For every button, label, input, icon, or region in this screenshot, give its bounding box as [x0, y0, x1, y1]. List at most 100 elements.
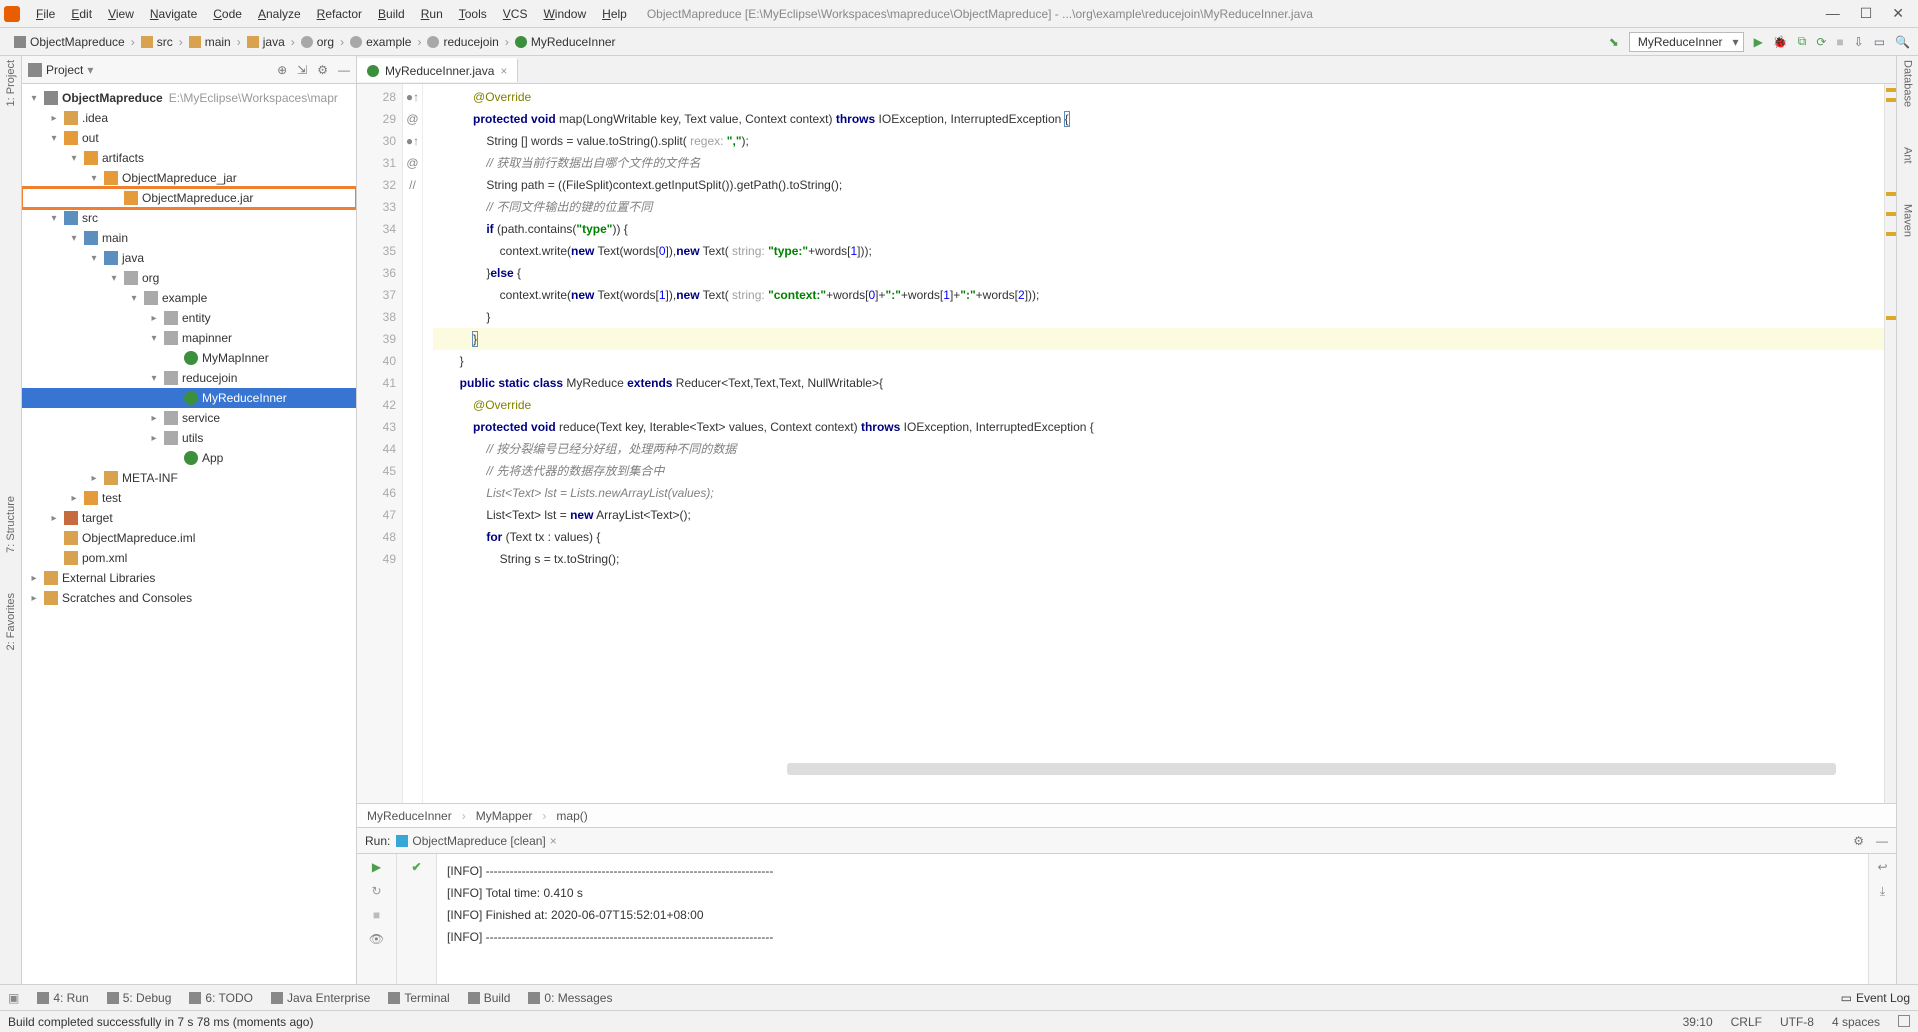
- tree-item[interactable]: ObjectMapreduce.jar: [22, 188, 356, 208]
- attach-icon[interactable]: 👁: [369, 932, 384, 946]
- menu-analyze[interactable]: Analyze: [250, 3, 309, 25]
- show-toolwindows-icon[interactable]: ▣: [8, 991, 19, 1005]
- breadcrumb-item[interactable]: java: [241, 33, 291, 51]
- tree-item[interactable]: ▾main: [22, 228, 356, 248]
- code-editor[interactable]: @Override protected void map(LongWritabl…: [423, 84, 1884, 803]
- breadcrumb-item[interactable]: example: [344, 33, 417, 51]
- tree-root[interactable]: ▾ObjectMapreduceE:\MyEclipse\Workspaces\…: [22, 88, 356, 108]
- tool-tab-database[interactable]: Database: [1902, 60, 1914, 107]
- tree-item[interactable]: ▾src: [22, 208, 356, 228]
- breadcrumb-item[interactable]: MyReduceInner: [509, 33, 622, 51]
- bottom-tool-build[interactable]: Build: [468, 991, 511, 1005]
- tree-item[interactable]: MyReduceInner: [22, 388, 356, 408]
- tool-tab-project[interactable]: 1: Project: [5, 60, 17, 106]
- tree-item[interactable]: ▾reducejoin: [22, 368, 356, 388]
- tree-item[interactable]: ▾artifacts: [22, 148, 356, 168]
- coverage-icon[interactable]: ⧉: [1798, 34, 1807, 49]
- tree-item[interactable]: ▸target: [22, 508, 356, 528]
- structure-button-icon[interactable]: ▭: [1874, 35, 1885, 49]
- menu-refactor[interactable]: Refactor: [309, 3, 370, 25]
- maximize-button[interactable]: ☐: [1860, 5, 1873, 22]
- expand-icon[interactable]: ⇲: [297, 63, 307, 77]
- tool-tab-maven[interactable]: Maven: [1902, 204, 1914, 237]
- hide-icon[interactable]: —: [338, 63, 350, 77]
- bottom-tool-6-todo[interactable]: 6: TODO: [189, 991, 253, 1005]
- tree-item[interactable]: ▾org: [22, 268, 356, 288]
- bottom-tool-5-debug[interactable]: 5: Debug: [107, 991, 172, 1005]
- menu-build[interactable]: Build: [370, 3, 413, 25]
- line-separator[interactable]: CRLF: [1731, 1015, 1762, 1029]
- build-icon[interactable]: ⬊: [1609, 35, 1619, 49]
- menu-file[interactable]: File: [28, 3, 63, 25]
- project-tree[interactable]: ▾ObjectMapreduceE:\MyEclipse\Workspaces\…: [22, 84, 356, 984]
- breadcrumb-item[interactable]: org: [295, 33, 340, 51]
- menu-tools[interactable]: Tools: [451, 3, 495, 25]
- settings-icon[interactable]: ⚙: [317, 63, 328, 77]
- tree-item[interactable]: MyMapInner: [22, 348, 356, 368]
- close-button[interactable]: ✕: [1892, 5, 1904, 22]
- close-run-tab-icon[interactable]: ×: [550, 834, 557, 848]
- menu-vcs[interactable]: VCS: [495, 3, 536, 25]
- rerun-icon[interactable]: ▶: [372, 860, 381, 874]
- event-log-button[interactable]: ▭ Event Log: [1841, 991, 1910, 1005]
- tree-item[interactable]: ▸test: [22, 488, 356, 508]
- menu-navigate[interactable]: Navigate: [142, 3, 205, 25]
- tool-tab-ant[interactable]: Ant: [1902, 147, 1914, 164]
- locate-icon[interactable]: ⊕: [277, 63, 287, 77]
- tree-item[interactable]: ▾example: [22, 288, 356, 308]
- bottom-tool-4-run[interactable]: 4: Run: [37, 991, 88, 1005]
- file-encoding[interactable]: UTF-8: [1780, 1015, 1814, 1029]
- horizontal-scrollbar[interactable]: [787, 763, 1836, 775]
- tree-item[interactable]: ▾mapinner: [22, 328, 356, 348]
- breadcrumb-item[interactable]: main: [183, 33, 237, 51]
- scroll-end-icon[interactable]: ⤓: [1880, 884, 1885, 899]
- rerun-failed-icon[interactable]: ↻: [371, 884, 381, 898]
- menu-help[interactable]: Help: [594, 3, 635, 25]
- run-config-dropdown[interactable]: MyReduceInner: [1629, 32, 1744, 52]
- run-button-icon[interactable]: ▶: [1754, 35, 1763, 49]
- run-config-label[interactable]: ObjectMapreduce [clean]: [396, 834, 545, 848]
- tree-item[interactable]: ▸META-INF: [22, 468, 356, 488]
- tree-item[interactable]: ObjectMapreduce.iml: [22, 528, 356, 548]
- bottom-tool-terminal[interactable]: Terminal: [388, 991, 449, 1005]
- profile-icon[interactable]: ⟳: [1816, 35, 1826, 49]
- stop-icon[interactable]: ■: [1836, 35, 1843, 49]
- debug-button-icon[interactable]: 🐞: [1773, 35, 1788, 49]
- breadcrumb-item[interactable]: reducejoin: [421, 33, 504, 51]
- tree-item[interactable]: ▾out: [22, 128, 356, 148]
- soft-wrap-icon[interactable]: ↩: [1877, 860, 1887, 874]
- tree-item[interactable]: ▸.idea: [22, 108, 356, 128]
- error-stripe[interactable]: [1884, 84, 1896, 803]
- stop-run-icon[interactable]: ■: [373, 908, 380, 922]
- project-panel-title[interactable]: Project ▾: [28, 63, 93, 77]
- tree-item[interactable]: ▸Scratches and Consoles: [22, 588, 356, 608]
- gutter-icons[interactable]: ●↑ @●↑ @//: [403, 84, 423, 803]
- readonly-lock-icon[interactable]: [1898, 1015, 1910, 1027]
- breadcrumb-item[interactable]: src: [135, 33, 179, 51]
- tree-item[interactable]: ▸entity: [22, 308, 356, 328]
- menu-code[interactable]: Code: [205, 3, 250, 25]
- tree-item[interactable]: ▾java: [22, 248, 356, 268]
- menu-run[interactable]: Run: [413, 3, 451, 25]
- update-icon[interactable]: ⇩: [1854, 35, 1864, 49]
- tree-item[interactable]: ▸External Libraries: [22, 568, 356, 588]
- editor-breadcrumbs[interactable]: MyReduceInner› MyMapper› map(): [357, 803, 1896, 827]
- breadcrumb-item[interactable]: ObjectMapreduce: [8, 33, 131, 51]
- run-settings-icon[interactable]: ⚙: [1853, 834, 1864, 848]
- tree-item[interactable]: ▸utils: [22, 428, 356, 448]
- tree-item[interactable]: App: [22, 448, 356, 468]
- menu-window[interactable]: Window: [535, 3, 594, 25]
- run-hide-icon[interactable]: —: [1876, 834, 1888, 848]
- menu-edit[interactable]: Edit: [63, 3, 100, 25]
- tree-item[interactable]: pom.xml: [22, 548, 356, 568]
- indent-setting[interactable]: 4 spaces: [1832, 1015, 1880, 1029]
- tree-item[interactable]: ▸service: [22, 408, 356, 428]
- search-everywhere-icon[interactable]: 🔍: [1895, 35, 1910, 49]
- run-console[interactable]: [INFO] ---------------------------------…: [437, 854, 1868, 984]
- minimize-button[interactable]: —: [1826, 5, 1840, 22]
- tool-tab-structure[interactable]: 7: Structure: [5, 496, 17, 553]
- tool-tab-favorites[interactable]: 2: Favorites: [5, 593, 17, 650]
- close-tab-icon[interactable]: ×: [500, 64, 507, 78]
- tree-item[interactable]: ▾ObjectMapreduce_jar: [22, 168, 356, 188]
- editor-tab[interactable]: MyReduceInner.java ×: [357, 58, 518, 82]
